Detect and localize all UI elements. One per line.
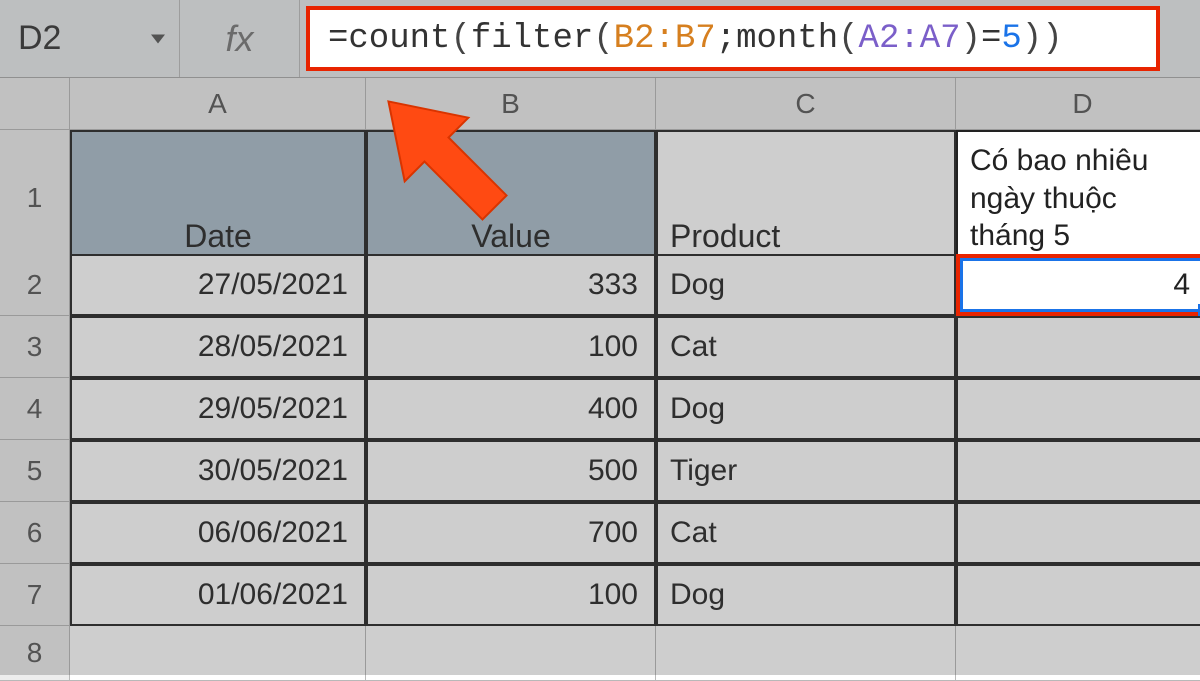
cell-d2-selected[interactable]: 4 xyxy=(956,254,1200,316)
cell-c7[interactable]: Dog xyxy=(656,564,956,626)
cell-b3[interactable]: 100 xyxy=(366,316,656,378)
formula-input[interactable]: =count(filter(B2:B7;month(A2:A7)=5)) xyxy=(306,6,1160,71)
cell-a4[interactable]: 29/05/2021 xyxy=(70,378,366,440)
cell-c3[interactable]: Cat xyxy=(656,316,956,378)
cell-b8[interactable] xyxy=(366,626,656,681)
formula-bar-row: D2 fx =count(filter(B2:B7;month(A2:A7)=5… xyxy=(0,0,1200,78)
row-2: 2 27/05/2021 333 Dog 4 xyxy=(0,254,1200,316)
cell-b7[interactable]: 100 xyxy=(366,564,656,626)
spreadsheet-grid: A B C D 1 Date Value Product Có bao nhiê… xyxy=(0,78,1200,681)
cell-a7[interactable]: 01/06/2021 xyxy=(70,564,366,626)
row-7: 7 01/06/2021 100 Dog xyxy=(0,564,1200,626)
col-header-b[interactable]: B xyxy=(366,78,656,130)
row-header-4[interactable]: 4 xyxy=(0,378,70,440)
cell-d7[interactable] xyxy=(956,564,1200,626)
cell-c4[interactable]: Dog xyxy=(656,378,956,440)
cell-d8[interactable] xyxy=(956,626,1200,681)
row-header-1[interactable]: 1 xyxy=(0,130,70,267)
cell-a5[interactable]: 30/05/2021 xyxy=(70,440,366,502)
cell-a6[interactable]: 06/06/2021 xyxy=(70,502,366,564)
cell-c2[interactable]: Dog xyxy=(656,254,956,316)
cell-d4[interactable] xyxy=(956,378,1200,440)
row-header-6[interactable]: 6 xyxy=(0,502,70,564)
cell-b5[interactable]: 500 xyxy=(366,440,656,502)
cell-d6[interactable] xyxy=(956,502,1200,564)
col-header-d[interactable]: D xyxy=(956,78,1200,130)
row-4: 4 29/05/2021 400 Dog xyxy=(0,378,1200,440)
cell-reference: D2 xyxy=(18,19,61,58)
row-header-7[interactable]: 7 xyxy=(0,564,70,626)
cell-a8[interactable] xyxy=(70,626,366,681)
row-header-3[interactable]: 3 xyxy=(0,316,70,378)
header-product[interactable]: Product xyxy=(656,130,956,267)
row-5: 5 30/05/2021 500 Tiger xyxy=(0,440,1200,502)
cell-d5[interactable] xyxy=(956,440,1200,502)
row-1: 1 Date Value Product Có bao nhiêu ngày t… xyxy=(0,130,1200,254)
row-header-2[interactable]: 2 xyxy=(0,254,70,316)
row-header-8[interactable]: 8 xyxy=(0,626,70,681)
header-value[interactable]: Value xyxy=(366,130,656,267)
row-header-5[interactable]: 5 xyxy=(0,440,70,502)
row-3: 3 28/05/2021 100 Cat xyxy=(0,316,1200,378)
cell-b4[interactable]: 400 xyxy=(366,378,656,440)
corner-cell[interactable] xyxy=(0,78,70,130)
name-box[interactable]: D2 xyxy=(0,0,180,77)
cell-a3[interactable]: 28/05/2021 xyxy=(70,316,366,378)
cell-c8[interactable] xyxy=(656,626,956,681)
cell-c5[interactable]: Tiger xyxy=(656,440,956,502)
cell-b2[interactable]: 333 xyxy=(366,254,656,316)
row-8: 8 xyxy=(0,626,1200,681)
column-headers: A B C D xyxy=(0,78,1200,130)
header-date[interactable]: Date xyxy=(70,130,366,267)
header-question[interactable]: Có bao nhiêu ngày thuộc tháng 5 xyxy=(956,130,1200,267)
cell-a2[interactable]: 27/05/2021 xyxy=(70,254,366,316)
col-header-c[interactable]: C xyxy=(656,78,956,130)
row-6: 6 06/06/2021 700 Cat xyxy=(0,502,1200,564)
cell-d3[interactable] xyxy=(956,316,1200,378)
cell-b6[interactable]: 700 xyxy=(366,502,656,564)
col-header-a[interactable]: A xyxy=(70,78,366,130)
fx-label[interactable]: fx xyxy=(180,0,300,77)
chevron-down-icon[interactable] xyxy=(151,34,165,43)
cell-c6[interactable]: Cat xyxy=(656,502,956,564)
